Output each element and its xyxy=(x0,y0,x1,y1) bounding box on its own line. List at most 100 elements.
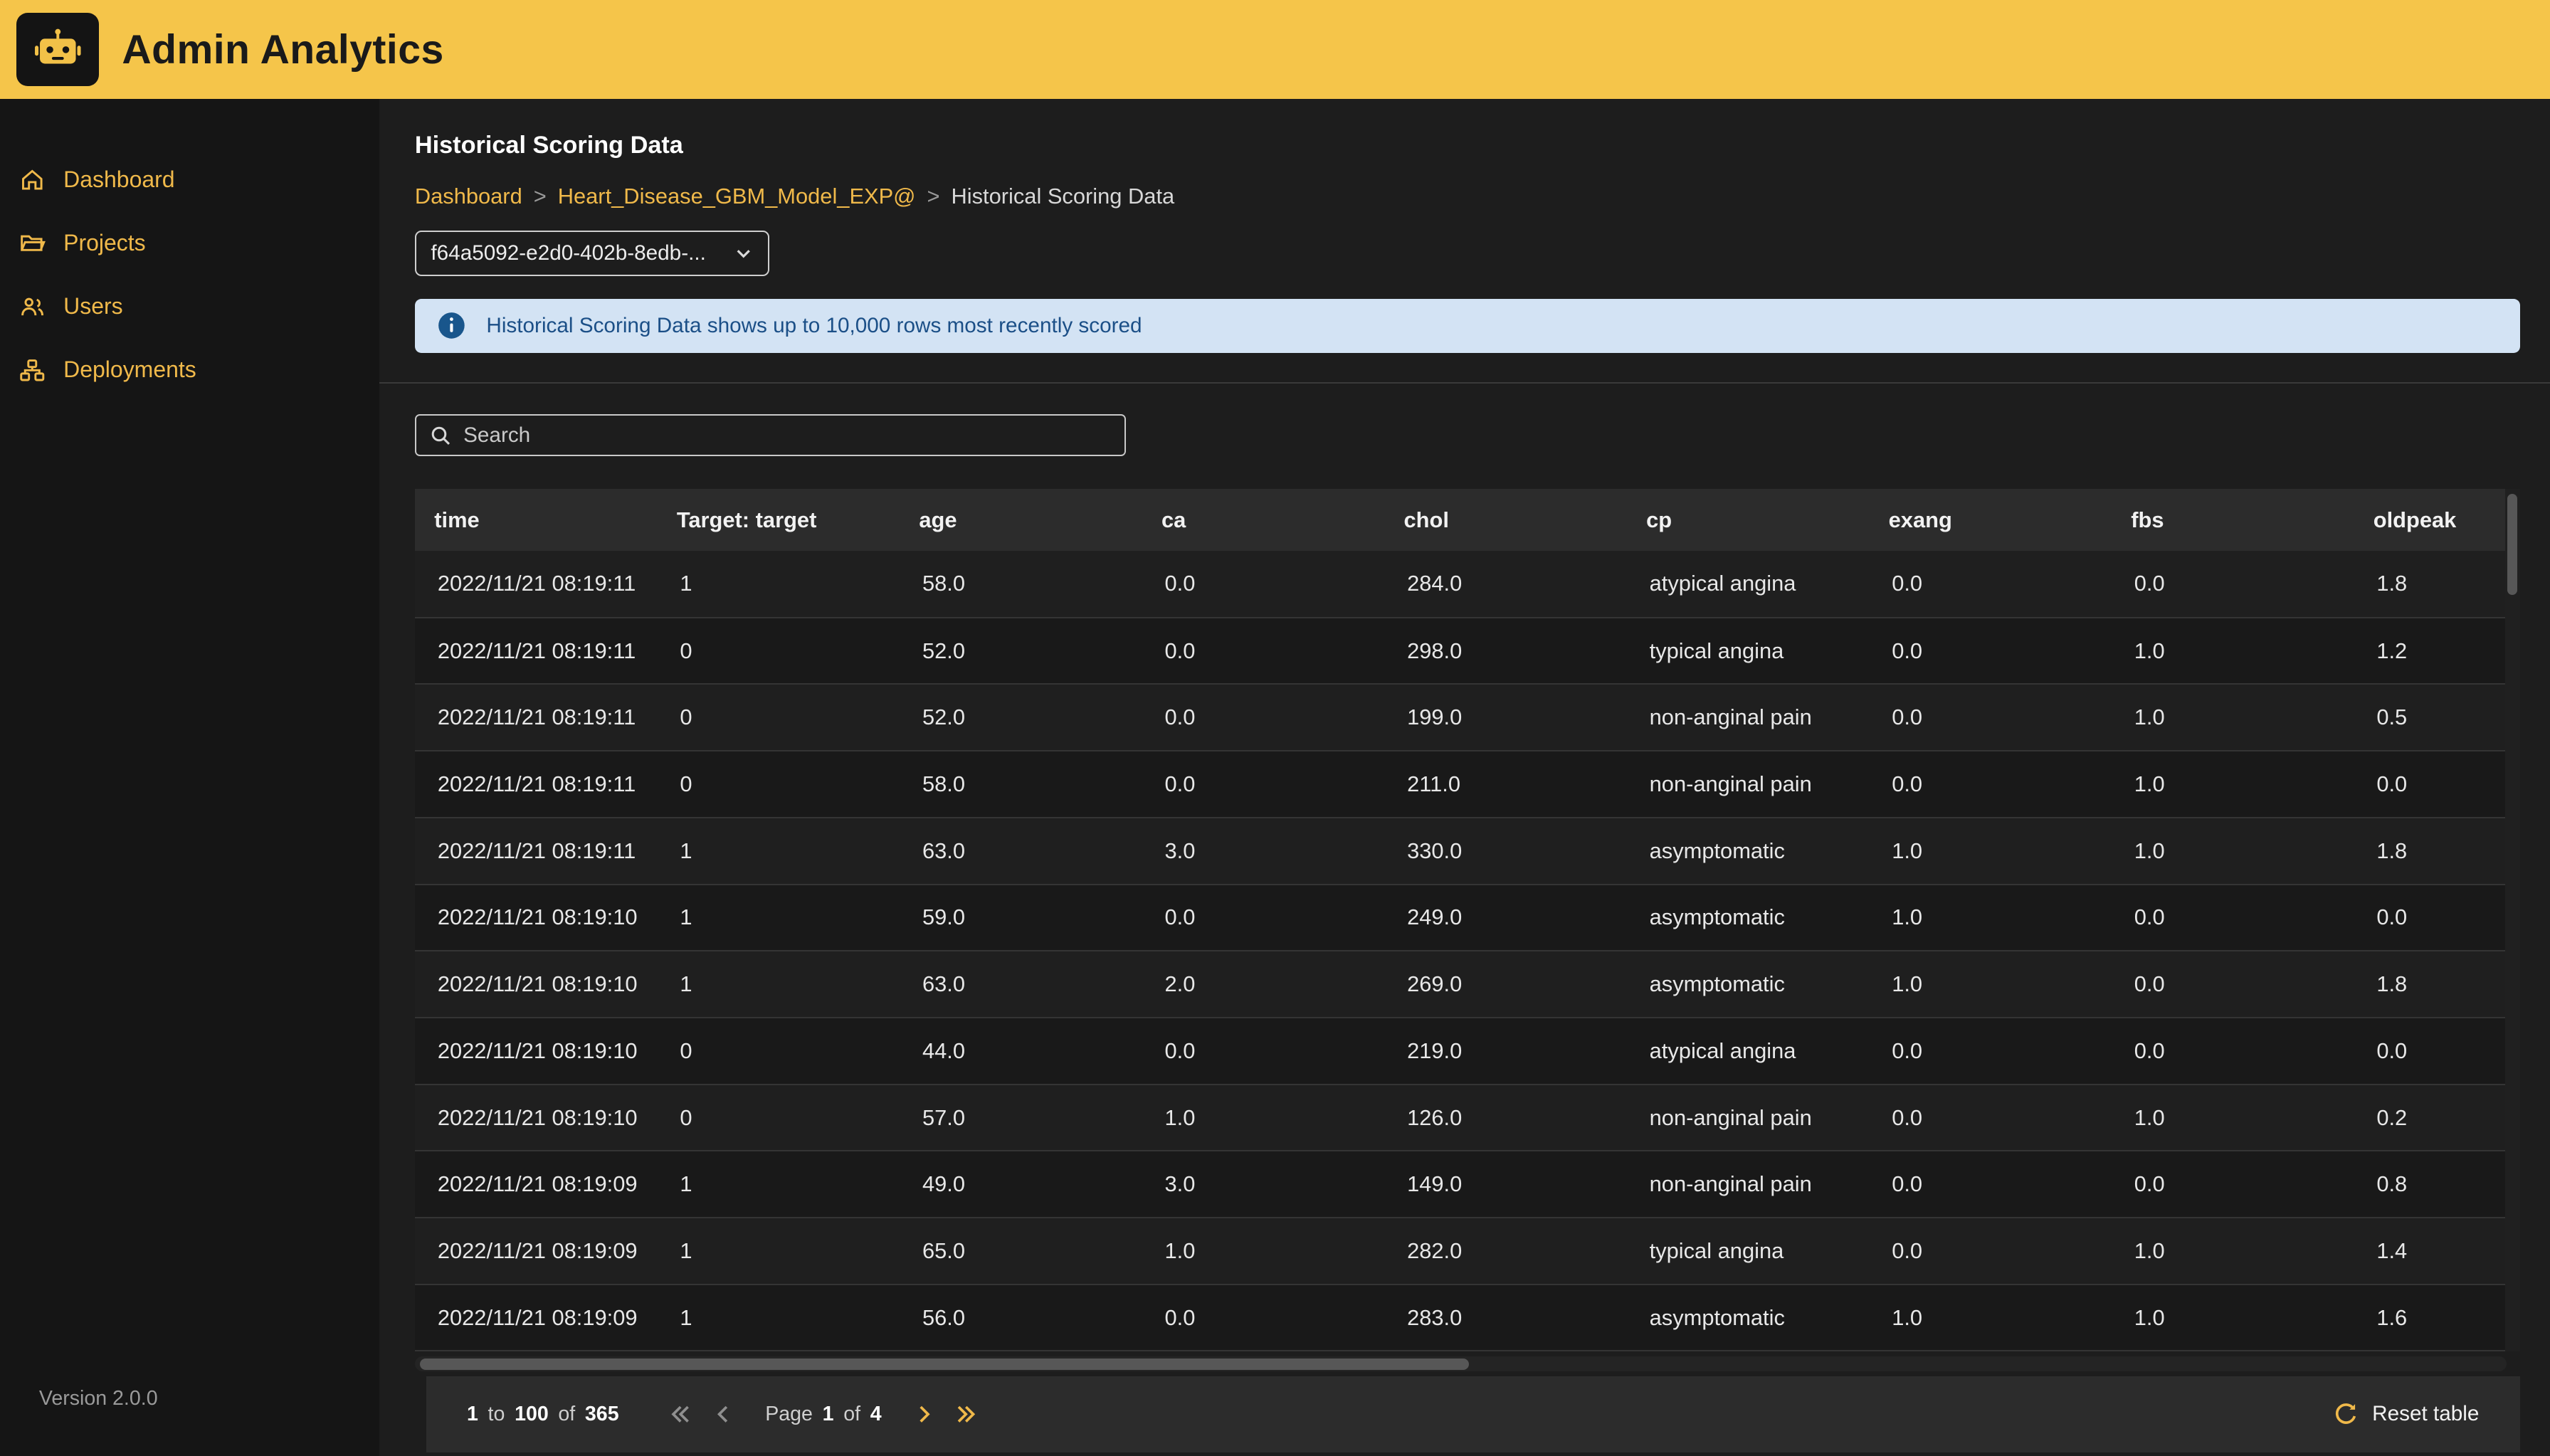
table-cell: 1 xyxy=(657,551,900,618)
vertical-scrollbar-thumb[interactable] xyxy=(2507,494,2517,595)
search-input[interactable] xyxy=(463,423,1111,448)
table-cell: 1.2 xyxy=(2354,618,2505,685)
table-cell: 1.0 xyxy=(2112,1284,2354,1351)
column-header-target[interactable]: Target: target xyxy=(657,489,900,551)
table-cell: 0.0 xyxy=(1869,751,2112,818)
breadcrumb-separator: > xyxy=(534,184,547,209)
table-row[interactable]: 2022/11/21 08:19:10159.00.0249.0asymptom… xyxy=(415,885,2505,951)
breadcrumb-dashboard[interactable]: Dashboard xyxy=(415,184,522,209)
table-row[interactable]: 2022/11/21 08:19:09149.03.0149.0non-angi… xyxy=(415,1151,2505,1218)
table-cell: 0.0 xyxy=(1869,684,2112,751)
table-cell: 2022/11/21 08:19:10 xyxy=(415,885,658,951)
previous-page-button[interactable] xyxy=(705,1396,741,1432)
table-cell: asymptomatic xyxy=(1627,818,1870,885)
table-cell: 1.6 xyxy=(2354,1284,2505,1351)
sidebar-item-projects[interactable]: Projects xyxy=(0,211,379,275)
refresh-icon xyxy=(2333,1401,2359,1428)
table-cell: 0.0 xyxy=(1142,885,1385,951)
page-of-word: of xyxy=(843,1403,860,1425)
column-header-ca[interactable]: ca xyxy=(1142,489,1385,551)
table-cell: 2022/11/21 08:19:10 xyxy=(415,1018,658,1085)
last-page-button[interactable] xyxy=(948,1396,984,1432)
model-select[interactable]: f64a5092-e2d0-402b-8edb-... xyxy=(415,231,769,276)
column-header-exang[interactable]: exang xyxy=(1869,489,2112,551)
table-row[interactable]: 2022/11/21 08:19:10057.01.0126.0non-angi… xyxy=(415,1085,2505,1151)
table-cell: non-anginal pain xyxy=(1627,684,1870,751)
table-cell: 298.0 xyxy=(1384,618,1627,685)
sidebar-item-dashboard[interactable]: Dashboard xyxy=(0,148,379,211)
home-icon xyxy=(19,167,46,193)
table-cell: 0.0 xyxy=(1869,551,2112,618)
main-content: Historical Scoring Data Dashboard > Hear… xyxy=(379,99,2550,1455)
table-cell: 2022/11/21 08:19:09 xyxy=(415,1151,658,1218)
table-cell: 0.0 xyxy=(1142,1018,1385,1085)
first-page-button[interactable] xyxy=(663,1396,698,1432)
table-cell: non-anginal pain xyxy=(1627,1151,1870,1218)
double-chevron-right-icon xyxy=(953,1401,979,1428)
table-row[interactable]: 2022/11/21 08:19:09165.01.0282.0typical … xyxy=(415,1218,2505,1284)
reset-table-button[interactable]: Reset table xyxy=(2333,1401,2479,1428)
table-row[interactable]: 2022/11/21 08:19:11052.00.0298.0typical … xyxy=(415,618,2505,685)
table-row[interactable]: 2022/11/21 08:19:10044.00.0219.0atypical… xyxy=(415,1018,2505,1085)
table-cell: 149.0 xyxy=(1384,1151,1627,1218)
table-cell: 2022/11/21 08:19:10 xyxy=(415,951,658,1018)
table-cell: 1.0 xyxy=(2112,818,2354,885)
column-header-age[interactable]: age xyxy=(900,489,1142,551)
folder-icon xyxy=(19,230,46,256)
table-cell: 1.0 xyxy=(2112,684,2354,751)
column-header-time[interactable]: time xyxy=(415,489,658,551)
table-cell: 283.0 xyxy=(1384,1284,1627,1351)
sidebar-item-users[interactable]: Users xyxy=(0,275,379,338)
table-row[interactable]: 2022/11/21 08:19:11058.00.0211.0non-angi… xyxy=(415,751,2505,818)
breadcrumb-model[interactable]: Heart_Disease_GBM_Model_EXP@ xyxy=(558,184,916,209)
table-row[interactable]: 2022/11/21 08:19:10163.02.0269.0asymptom… xyxy=(415,951,2505,1018)
column-header-chol[interactable]: chol xyxy=(1384,489,1627,551)
table-cell: 1 xyxy=(657,885,900,951)
table-cell: 1.0 xyxy=(2112,751,2354,818)
column-header-cp[interactable]: cp xyxy=(1627,489,1870,551)
table-row[interactable]: 2022/11/21 08:19:11163.03.0330.0asymptom… xyxy=(415,818,2505,885)
info-banner-text: Historical Scoring Data shows up to 10,0… xyxy=(486,314,1142,338)
table-cell: 0.0 xyxy=(1869,618,2112,685)
row-range-label: 1to100of365 xyxy=(467,1403,623,1426)
table-cell: 211.0 xyxy=(1384,751,1627,818)
horizontal-scrollbar[interactable] xyxy=(415,1356,2507,1371)
column-header-oldpeak[interactable]: oldpeak xyxy=(2354,489,2505,551)
table-cell: 1.0 xyxy=(2112,618,2354,685)
table-row[interactable]: 2022/11/21 08:19:11052.00.0199.0non-angi… xyxy=(415,684,2505,751)
horizontal-scrollbar-thumb[interactable] xyxy=(420,1359,1469,1370)
top-header: Admin Analytics xyxy=(0,0,2550,99)
breadcrumb: Dashboard > Heart_Disease_GBM_Model_EXP@… xyxy=(415,184,2520,209)
deployments-icon xyxy=(19,357,46,384)
pagination-controls: Page1of4 xyxy=(663,1396,984,1432)
page-header-section: Historical Scoring Data Dashboard > Hear… xyxy=(379,99,2550,383)
table-cell: 0.0 xyxy=(1142,684,1385,751)
table-header-row: time Target: target age ca chol cp exang… xyxy=(415,489,2505,551)
table-cell: 0.0 xyxy=(1142,618,1385,685)
table-row[interactable]: 2022/11/21 08:19:09156.00.0283.0asymptom… xyxy=(415,1284,2505,1351)
vertical-scrollbar[interactable] xyxy=(2505,489,2520,1351)
table-row[interactable]: 2022/11/21 08:19:11158.00.0284.0atypical… xyxy=(415,551,2505,618)
table-cell: 1.4 xyxy=(2354,1218,2505,1284)
column-header-fbs[interactable]: fbs xyxy=(2112,489,2354,551)
table-cell: 0.2 xyxy=(2354,1085,2505,1151)
table-cell: 0.0 xyxy=(2354,751,2505,818)
range-of-word: of xyxy=(558,1403,575,1425)
table-cell: 284.0 xyxy=(1384,551,1627,618)
table-cell: 2022/11/21 08:19:11 xyxy=(415,818,658,885)
data-table: time Target: target age ca chol cp exang… xyxy=(415,489,2505,1351)
table-cell: 1.0 xyxy=(2112,1218,2354,1284)
sidebar-item-deployments[interactable]: Deployments xyxy=(0,338,379,401)
table-cell: 63.0 xyxy=(900,951,1142,1018)
table-cell: 1 xyxy=(657,1284,900,1351)
table-cell: 0.0 xyxy=(1869,1018,2112,1085)
table-cell: typical angina xyxy=(1627,618,1870,685)
table-cell: 1.0 xyxy=(1869,885,2112,951)
table-cell: 1.0 xyxy=(1869,951,2112,1018)
next-page-button[interactable] xyxy=(906,1396,942,1432)
table-cell: 2022/11/21 08:19:11 xyxy=(415,618,658,685)
table-cell: 52.0 xyxy=(900,684,1142,751)
table-cell: 3.0 xyxy=(1142,1151,1385,1218)
table-cell: 0.0 xyxy=(2112,1018,2354,1085)
data-table-area: time Target: target age ca chol cp exang… xyxy=(415,489,2520,1351)
